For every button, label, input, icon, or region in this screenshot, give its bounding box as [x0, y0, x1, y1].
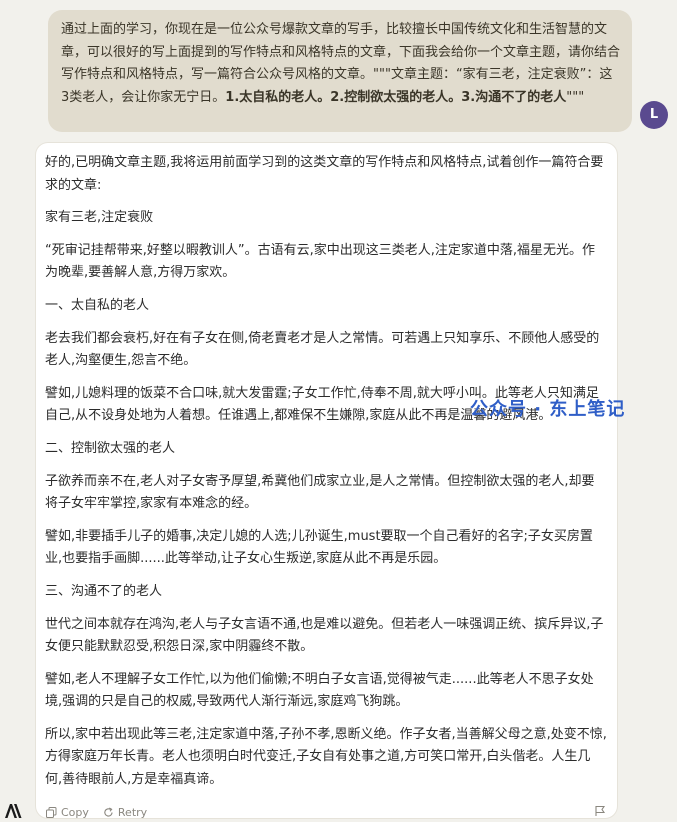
watermark-text: 公众号 · 东上笔记 — [470, 399, 626, 420]
retry-label: Retry — [117, 805, 148, 819]
user-message-tail: """ — [566, 89, 585, 105]
user-avatar[interactable]: L — [640, 101, 668, 129]
flag-icon[interactable] — [594, 805, 606, 817]
assistant-paragraph: 老去我们都会衰朽,好在有子女在侧,倚老賣老才是人之常情。可若遇上只知享乐、不顾他… — [45, 330, 600, 369]
assistant-message-card: 好的,已明确文章主题,我将运用前面学习到的这类文章的写作特点和风格特点,试着创作… — [36, 143, 617, 818]
section-heading: 一、太自私的老人 — [45, 297, 150, 313]
message-actions: Copy Retry — [46, 803, 147, 821]
copy-icon — [46, 806, 57, 818]
copy-label: Copy — [61, 805, 89, 819]
section-heading: 二、控制欲太强的老人 — [45, 440, 176, 456]
article-title: 家有三老,注定衰败 — [45, 210, 154, 226]
retry-icon — [104, 807, 113, 817]
assistant-paragraph: 子欲养而亲不在,老人对子女寄予厚望,希冀他们成家立业,是人之常情。但控制欲太强的… — [45, 473, 595, 512]
anthropic-logo-icon — [5, 804, 22, 818]
bottom-bar — [0, 822, 677, 830]
assistant-paragraph: 譬如,老人不理解子女工作忙,以为他们偷懒;不明白子女言语,觉得被气走......… — [45, 671, 594, 710]
section-heading: 三、沟通不了的老人 — [45, 583, 163, 599]
retry-button[interactable]: Retry — [103, 803, 147, 821]
copy-button[interactable]: Copy — [46, 803, 89, 821]
assistant-paragraph: 所以,家中若出现此等三老,注定家道中落,子孙不孝,恩断义绝。作子女者,当善解父母… — [45, 726, 607, 788]
user-message-bubble: 通过上面的学习，你现在是一位公众号爆款文章的写手，比较擅长中国传统文化和生活智慧… — [48, 10, 632, 132]
assistant-paragraph: 譬如,非要插手儿子的婚事,决定儿媳的人选;儿孙诞生,must要取一个自己看好的名… — [45, 528, 593, 567]
assistant-paragraph: “死审记挂帮带来,好整以暇教训人”。古语有云,家中出现这三类老人,注定家道中落,… — [45, 242, 595, 281]
user-message-bold-text: 1.太自私的老人。2.控制欲太强的老人。3.沟通不了的老人 — [225, 89, 567, 105]
assistant-paragraph: 世代之间本就存在鸿沟,老人与子女言语不通,也是难以避免。但若老人一味强调正统、摈… — [45, 616, 604, 655]
assistant-paragraph: 好的,已明确文章主题,我将运用前面学习到的这类文章的写作特点和风格特点,试着创作… — [45, 155, 604, 193]
